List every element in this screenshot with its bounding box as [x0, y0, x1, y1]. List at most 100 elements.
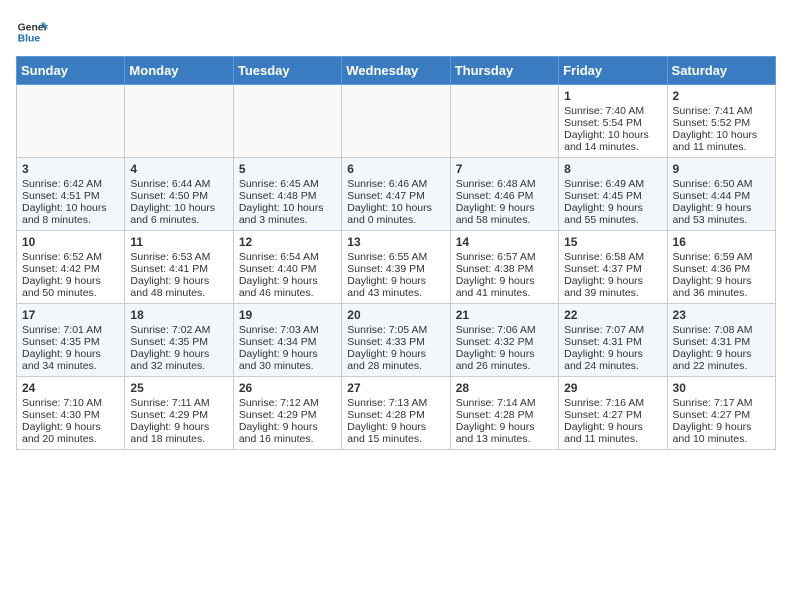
- day-of-week-header: Tuesday: [233, 57, 341, 85]
- day-info-text: Sunset: 4:27 PM: [564, 409, 661, 421]
- day-info-text: Sunrise: 7:40 AM: [564, 105, 661, 117]
- day-info-text: Sunset: 4:40 PM: [239, 263, 336, 275]
- calendar-day-cell: 28Sunrise: 7:14 AMSunset: 4:28 PMDayligh…: [450, 377, 558, 450]
- calendar-day-cell: 16Sunrise: 6:59 AMSunset: 4:36 PMDayligh…: [667, 231, 775, 304]
- day-of-week-header: Saturday: [667, 57, 775, 85]
- calendar-day-cell: [125, 85, 233, 158]
- day-info-text: Daylight: 9 hours and 55 minutes.: [564, 202, 661, 226]
- day-number: 17: [22, 308, 119, 322]
- day-info-text: Daylight: 9 hours and 22 minutes.: [673, 348, 770, 372]
- day-info-text: Daylight: 9 hours and 43 minutes.: [347, 275, 444, 299]
- calendar-day-cell: 26 Sunrise: 7:12 AMSunset: 4:29 PMDayligh…: [233, 377, 341, 450]
- day-info-text: Sunrise: 6:52 AM: [22, 251, 119, 263]
- day-info-text: Daylight: 9 hours and 32 minutes.: [130, 348, 227, 372]
- day-number: 20: [347, 308, 444, 322]
- day-info-text: Sunset: 4:35 PM: [130, 336, 227, 348]
- day-info-text: Daylight: 10 hours and 11 minutes.: [673, 129, 770, 153]
- calendar-day-cell: 21Sunrise: 7:06 AMSunset: 4:32 PMDayligh…: [450, 304, 558, 377]
- day-info-text: Sunset: 4:44 PM: [673, 190, 770, 202]
- day-info-text: Daylight: 9 hours and 28 minutes.: [347, 348, 444, 372]
- page-header: General Blue: [16, 16, 776, 48]
- day-info-text: Sunrise: 7:08 AM: [673, 324, 770, 336]
- calendar-day-cell: 27Sunrise: 7:13 AMSunset: 4:28 PMDayligh…: [342, 377, 450, 450]
- day-info-text: Sunset: 5:54 PM: [564, 117, 661, 129]
- day-number: 16: [673, 235, 770, 249]
- day-info-text: Daylight: 9 hours and 11 minutes.: [564, 421, 661, 445]
- day-info-text: Daylight: 9 hours and 41 minutes.: [456, 275, 553, 299]
- day-info-text: Sunrise: 6:57 AM: [456, 251, 553, 263]
- calendar-day-cell: 20Sunrise: 7:05 AMSunset: 4:33 PMDayligh…: [342, 304, 450, 377]
- day-info-text: Sunrise: 7:06 AM: [456, 324, 553, 336]
- day-info-text: Sunrise: 7:16 AM: [564, 397, 661, 409]
- day-number: 12: [239, 235, 336, 249]
- day-info-text: Sunset: 4:28 PM: [347, 409, 444, 421]
- calendar-day-cell: [17, 85, 125, 158]
- day-info-text: Sunset: 4:35 PM: [22, 336, 119, 348]
- day-of-week-header: Sunday: [17, 57, 125, 85]
- calendar-day-cell: [342, 85, 450, 158]
- day-of-week-header: Friday: [559, 57, 667, 85]
- day-info-text: Sunset: 4:48 PM: [239, 190, 336, 202]
- day-info-text: Sunset: 4:28 PM: [456, 409, 553, 421]
- day-info-text: Daylight: 10 hours and 0 minutes.: [347, 202, 444, 226]
- day-info-text: Daylight: 10 hours and 6 minutes.: [130, 202, 227, 226]
- day-number: 19: [239, 308, 336, 322]
- day-info-text: Daylight: 9 hours and 36 minutes.: [673, 275, 770, 299]
- day-info-text: Sunrise: 7:12 AM: [239, 397, 336, 409]
- day-info-text: Sunset: 4:30 PM: [22, 409, 119, 421]
- calendar-day-cell: 1Sunrise: 7:40 AMSunset: 5:54 PMDaylight…: [559, 85, 667, 158]
- day-info-text: Sunrise: 6:46 AM: [347, 178, 444, 190]
- day-info-text: Daylight: 9 hours and 46 minutes.: [239, 275, 336, 299]
- day-info-text: Sunset: 4:45 PM: [564, 190, 661, 202]
- day-info-text: Sunset: 4:50 PM: [130, 190, 227, 202]
- calendar-day-cell: 12Sunrise: 6:54 AMSunset: 4:40 PMDayligh…: [233, 231, 341, 304]
- day-of-week-header: Wednesday: [342, 57, 450, 85]
- day-number: 26: [239, 381, 336, 395]
- calendar-day-cell: 2Sunrise: 7:41 AMSunset: 5:52 PMDaylight…: [667, 85, 775, 158]
- day-info-text: Daylight: 9 hours and 50 minutes.: [22, 275, 119, 299]
- day-number: 15: [564, 235, 661, 249]
- day-number: 11: [130, 235, 227, 249]
- day-of-week-header: Thursday: [450, 57, 558, 85]
- day-number: 23: [673, 308, 770, 322]
- day-info-text: Sunrise: 6:58 AM: [564, 251, 661, 263]
- day-number: 5: [239, 162, 336, 176]
- day-number: 1: [564, 89, 661, 103]
- calendar-day-cell: 22Sunrise: 7:07 AMSunset: 4:31 PMDayligh…: [559, 304, 667, 377]
- day-number: 25: [130, 381, 227, 395]
- day-info-text: Sunrise: 7:14 AM: [456, 397, 553, 409]
- calendar-header-row: SundayMondayTuesdayWednesdayThursdayFrid…: [17, 57, 776, 85]
- calendar-day-cell: 4Sunrise: 6:44 AMSunset: 4:50 PMDaylight…: [125, 158, 233, 231]
- day-info-text: Daylight: 9 hours and 26 minutes.: [456, 348, 553, 372]
- day-info-text: Sunrise: 6:59 AM: [673, 251, 770, 263]
- day-info-text: Sunset: 4:27 PM: [673, 409, 770, 421]
- day-info-text: Daylight: 9 hours and 16 minutes.: [239, 421, 336, 445]
- day-info-text: Sunrise: 6:50 AM: [673, 178, 770, 190]
- calendar-day-cell: 8Sunrise: 6:49 AMSunset: 4:45 PMDaylight…: [559, 158, 667, 231]
- day-info-text: Sunset: 4:29 PM: [239, 409, 336, 421]
- day-number: 7: [456, 162, 553, 176]
- calendar-day-cell: 5Sunrise: 6:45 AMSunset: 4:48 PMDaylight…: [233, 158, 341, 231]
- day-info-text: Sunrise: 7:11 AM: [130, 397, 227, 409]
- day-number: 6: [347, 162, 444, 176]
- calendar-week-row: 1 Sunrise: 7:40 AMSunset: 5:54 PM Daylight…: [17, 85, 776, 158]
- day-number: 18: [130, 308, 227, 322]
- logo: General Blue: [16, 16, 48, 48]
- calendar-day-cell: 7Sunrise: 6:48 AMSunset: 4:46 PMDaylight…: [450, 158, 558, 231]
- calendar-day-cell: 29 Sunrise: 7:16 AMSunset: 4:27 PMDayligh…: [559, 377, 667, 450]
- calendar-day-cell: 25Sunrise: 7:11 AMSunset: 4:29 PMDayligh…: [125, 377, 233, 450]
- day-number: 27: [347, 381, 444, 395]
- day-info-text: Daylight: 9 hours and 48 minutes.: [130, 275, 227, 299]
- calendar-day-cell: [233, 85, 341, 158]
- day-info-text: Sunset: 4:51 PM: [22, 190, 119, 202]
- day-number: 3: [22, 162, 119, 176]
- day-number: 2: [673, 89, 770, 103]
- day-info-text: Sunset: 4:41 PM: [130, 263, 227, 275]
- day-info-text: Daylight: 9 hours and 39 minutes.: [564, 275, 661, 299]
- calendar-table: SundayMondayTuesdayWednesdayThursdayFrid…: [16, 56, 776, 450]
- calendar-day-cell: 19Sunrise: 7:03 AMSunset: 4:34 PMDayligh…: [233, 304, 341, 377]
- day-info-text: Sunrise: 7:17 AM: [673, 397, 770, 409]
- day-number: 29: [564, 381, 661, 395]
- day-number: 14: [456, 235, 553, 249]
- calendar-day-cell: 9Sunrise: 6:50 AMSunset: 4:44 PMDaylight…: [667, 158, 775, 231]
